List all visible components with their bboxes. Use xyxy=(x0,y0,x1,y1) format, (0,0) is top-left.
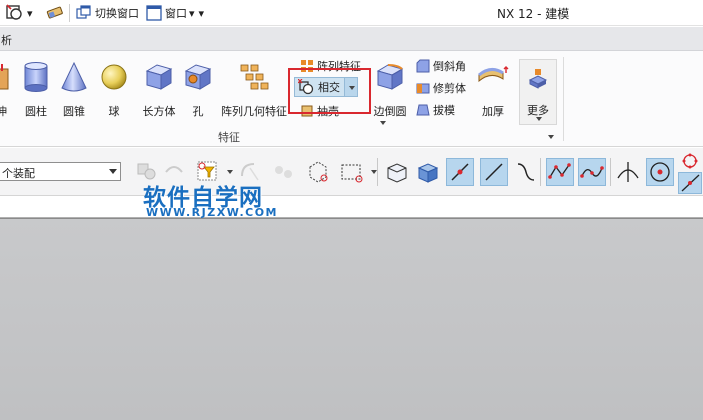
cone-icon xyxy=(61,61,87,92)
switch-window-label: 切换窗口 xyxy=(95,7,139,20)
chevron-down-icon: ▾ xyxy=(189,6,195,20)
ribbon-tab-row: 析 xyxy=(0,27,703,51)
select-body-icon[interactable] xyxy=(304,158,332,186)
separator xyxy=(610,158,611,186)
ribbon-panel: 伸 圆柱 圆锥 球 长方体 孔 阵列几何特征 阵列特征 相交 抽壳 边倒圆 倒斜… xyxy=(0,51,703,147)
line-segment-icon xyxy=(451,163,469,181)
more-button[interactable]: 更多 xyxy=(519,59,557,125)
center-point-icon xyxy=(650,162,670,182)
window-icon xyxy=(146,5,162,21)
title-bar: ▾ 切换窗口 窗口 ▾ ▾ NX 12 - 建模 xyxy=(0,0,703,26)
draft-label: 拔模 xyxy=(433,104,455,117)
face-select-icon[interactable] xyxy=(383,158,411,186)
draft-button[interactable]: 拔模 xyxy=(416,100,455,120)
pattern-geometry-button[interactable]: 阵列几何特征 xyxy=(221,59,287,125)
resource-strip xyxy=(0,196,703,218)
curve-points-icon xyxy=(580,166,604,178)
solid-body-icon[interactable] xyxy=(414,158,442,186)
chevron-down-icon xyxy=(109,169,117,174)
selection-scope-value: 个装配 xyxy=(2,167,35,180)
point-on-curve-icon xyxy=(681,174,700,192)
selection-scope-dropdown[interactable]: 个装配 xyxy=(0,162,121,181)
separator xyxy=(377,158,378,186)
watermark-url: WWW.RJZXW.COM xyxy=(146,206,278,219)
chevron-down-icon[interactable] xyxy=(227,170,233,174)
eraser-icon xyxy=(46,6,63,19)
trim-body-button[interactable]: 修剪体 xyxy=(416,78,466,98)
chevron-down-icon: ▾ xyxy=(198,6,205,20)
rectangle-select-icon[interactable] xyxy=(338,158,366,186)
touch-mode-button[interactable] xyxy=(46,4,64,22)
center-point-toggle[interactable] xyxy=(646,158,674,186)
point-on-curve-toggle[interactable] xyxy=(678,172,702,194)
window-label: 窗口 xyxy=(165,7,187,20)
switch-window-icon xyxy=(76,5,91,19)
spline-icon[interactable] xyxy=(512,158,540,186)
nx-start-icon xyxy=(6,4,22,20)
edge-blend-button[interactable]: 边倒圆 xyxy=(367,59,413,125)
sphere-icon xyxy=(101,64,127,90)
group-expand-icon[interactable] xyxy=(548,135,554,139)
chamfer-label: 倒斜角 xyxy=(433,60,466,73)
draft-icon xyxy=(416,104,430,116)
thicken-button[interactable]: 加厚 xyxy=(468,59,518,125)
highlight-box xyxy=(288,68,371,114)
tab-analysis[interactable]: 析 xyxy=(1,32,12,48)
hole-button[interactable]: 孔 xyxy=(172,59,224,125)
polyline-icon xyxy=(548,163,571,179)
thicken-icon xyxy=(478,66,509,83)
graphics-window[interactable] xyxy=(0,218,703,420)
chamfer-icon xyxy=(416,59,430,73)
window-menu-button[interactable]: 窗口 ▾ ▾ xyxy=(146,4,204,22)
pattern-geometry-icon xyxy=(240,64,269,90)
window-title: NX 12 - 建模 xyxy=(497,7,570,21)
edge-blend-label: 边倒圆 xyxy=(373,105,407,118)
line-icon xyxy=(485,163,503,181)
more-label: 更多 xyxy=(527,104,549,117)
edge-blend-icon xyxy=(376,64,404,90)
curve-line-toggle[interactable] xyxy=(446,158,474,186)
separator xyxy=(69,4,70,22)
chevron-down-icon xyxy=(536,117,542,121)
curve-points-toggle[interactable] xyxy=(578,158,606,186)
chevron-down-icon[interactable] xyxy=(380,121,386,125)
separator xyxy=(563,57,564,141)
intersection-point-icon[interactable] xyxy=(614,158,642,186)
hole-label: 孔 xyxy=(192,105,204,118)
trim-body-label: 修剪体 xyxy=(433,82,466,95)
chamfer-button[interactable]: 倒斜角 xyxy=(416,56,466,76)
selection-toolbar: 个装配 xyxy=(0,148,703,196)
more-icon xyxy=(528,69,548,89)
switch-window-button[interactable]: 切换窗口 xyxy=(76,4,139,22)
line-toggle[interactable] xyxy=(480,158,508,186)
block-icon xyxy=(145,64,173,90)
quadrant-point-icon[interactable] xyxy=(680,152,700,170)
feature-group-label: 特征 xyxy=(218,131,240,144)
chevron-down-icon: ▾ xyxy=(27,6,33,20)
trim-body-icon xyxy=(416,83,430,94)
start-menu-button[interactable]: ▾ xyxy=(6,4,33,22)
separator xyxy=(540,158,541,186)
pattern-geometry-label: 阵列几何特征 xyxy=(221,105,287,118)
polyline-toggle[interactable] xyxy=(546,158,574,186)
hole-icon xyxy=(184,64,212,90)
chain-icon[interactable] xyxy=(270,158,298,186)
thicken-label: 加厚 xyxy=(482,105,504,118)
